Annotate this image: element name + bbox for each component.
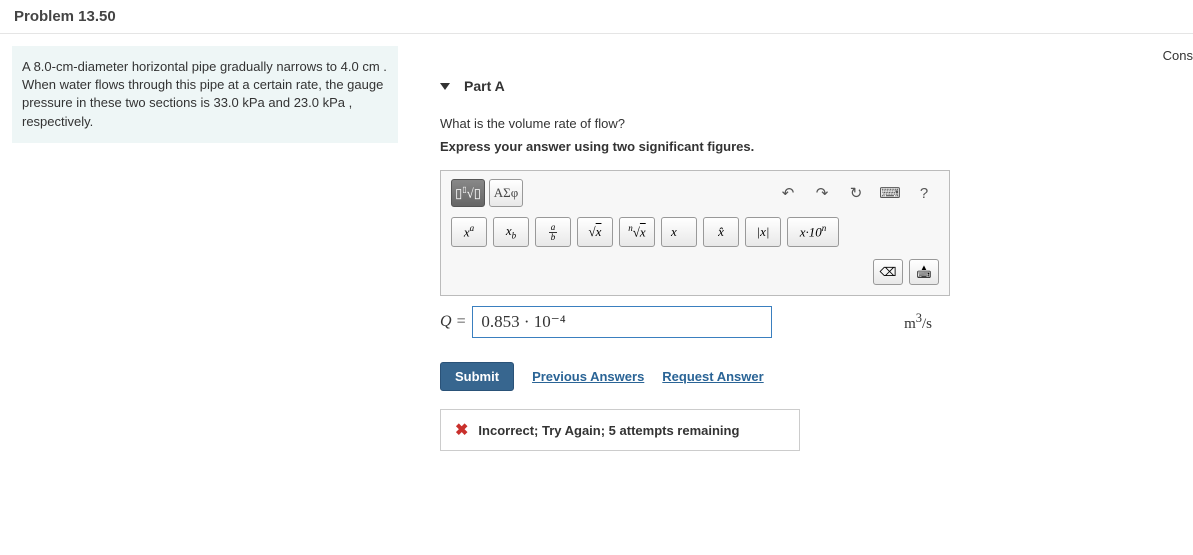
vector-button[interactable]: x⃗	[661, 217, 697, 247]
incorrect-icon: ✖	[455, 420, 468, 440]
help-button[interactable]: ?	[909, 180, 939, 206]
backspace-icon: ⌫	[880, 265, 897, 279]
superscript-button[interactable]: xa	[451, 217, 487, 247]
sci-notation-button[interactable]: x·10n	[787, 217, 839, 247]
part-label: Part A	[464, 78, 505, 94]
redo-button[interactable]: ↷	[807, 180, 837, 206]
hat-button[interactable]: x̂	[703, 217, 739, 247]
problem-title: Problem 13.50	[14, 8, 116, 25]
keyboard-up-icon: ▲⌨	[917, 264, 931, 280]
problem-statement: A 8.0-cm-diameter horizontal pipe gradua…	[12, 46, 398, 143]
feedback-text: Incorrect; Try Again; 5 attempts remaini…	[478, 423, 739, 438]
abs-button[interactable]: |x|	[745, 217, 781, 247]
question-text: What is the volume rate of flow?	[440, 116, 1179, 131]
feedback-box: ✖ Incorrect; Try Again; 5 attempts remai…	[440, 409, 800, 451]
subscript-button[interactable]: xb	[493, 217, 529, 247]
answer-input[interactable]	[472, 306, 772, 338]
reset-button[interactable]: ↻	[841, 180, 871, 206]
answer-row: Q = m3/s	[440, 306, 950, 338]
keyboard-toggle-button[interactable]: ▲⌨	[909, 259, 939, 285]
math-tab-icon: ▯▯√▯	[455, 185, 481, 201]
main-content: Cons Part A What is the volume rate of f…	[410, 34, 1193, 465]
backspace-button[interactable]: ⌫	[873, 259, 903, 285]
question-instruction: Express your answer using two significan…	[440, 139, 1179, 154]
nroot-button[interactable]: n√x	[619, 217, 655, 247]
answer-units: m3/s	[904, 311, 950, 333]
undo-button[interactable]: ↶	[773, 180, 803, 206]
part-header[interactable]: Part A	[440, 78, 1179, 94]
greek-tab[interactable]: ΑΣφ	[489, 179, 523, 207]
request-answer-link[interactable]: Request Answer	[662, 369, 763, 384]
problem-sidebar: A 8.0-cm-diameter horizontal pipe gradua…	[0, 34, 410, 465]
problem-header: Problem 13.50	[0, 0, 1193, 34]
answer-variable: Q =	[440, 313, 466, 331]
fraction-button[interactable]: ab	[535, 217, 571, 247]
collapse-icon	[440, 83, 450, 90]
previous-answers-link[interactable]: Previous Answers	[532, 369, 644, 384]
equation-editor: ▯▯√▯ ΑΣφ ↶ ↷ ↻ ⌨ ? xa xb ab √x	[440, 170, 950, 296]
constants-link[interactable]: Cons	[1163, 48, 1193, 63]
keyboard-button[interactable]: ⌨	[875, 180, 905, 206]
submit-button[interactable]: Submit	[440, 362, 514, 391]
math-tab[interactable]: ▯▯√▯	[451, 179, 485, 207]
sqrt-button[interactable]: √x	[577, 217, 613, 247]
